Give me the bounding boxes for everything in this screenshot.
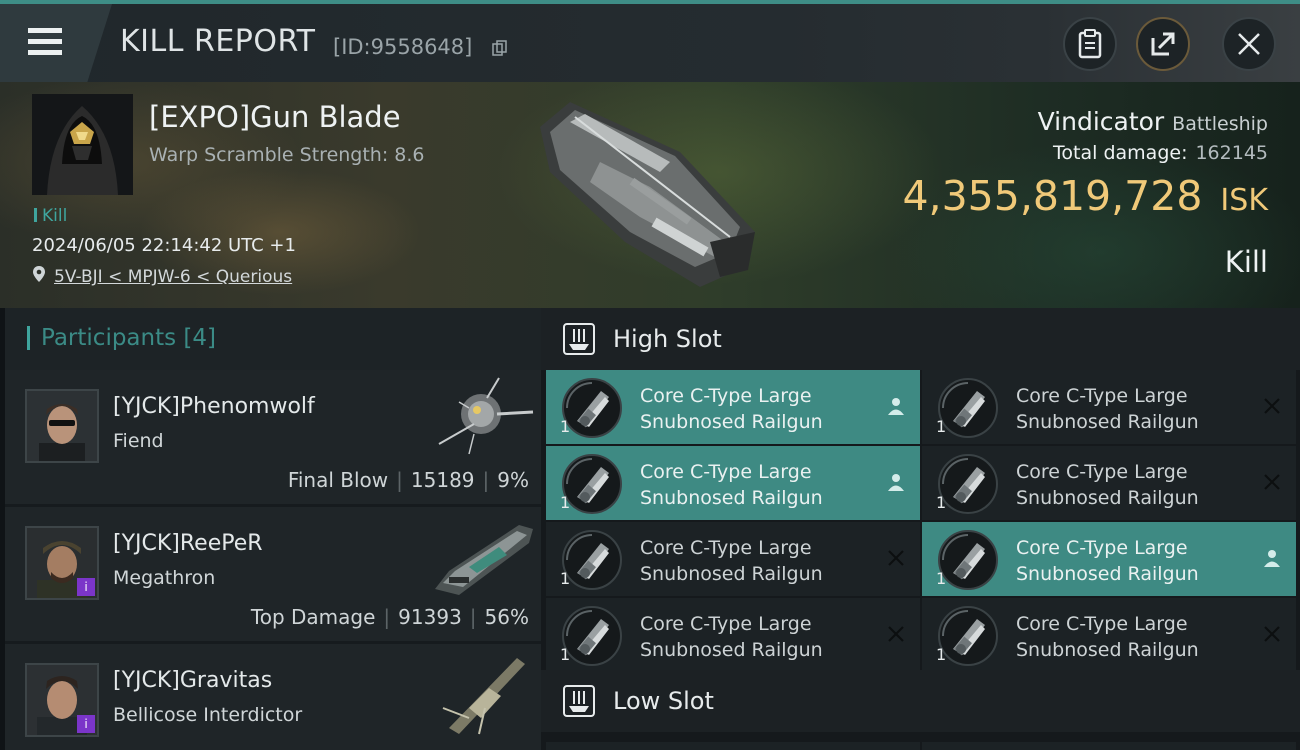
participant-ship: Fiend [113, 430, 164, 452]
participant-ship-render [442, 658, 525, 735]
module-quantity: 1 [936, 569, 947, 588]
module-name: Core C-Type Large Snubnosed Railgun [640, 613, 823, 661]
location-pin-icon [33, 266, 45, 282]
menu-button[interactable] [0, 4, 112, 82]
clipboard-button[interactable] [1063, 17, 1117, 71]
module-quantity: 1 [560, 569, 571, 588]
avatar[interactable] [25, 389, 99, 463]
participant-stats: Top Damage | 91393 | 56% [250, 605, 529, 629]
total-damage: Total damage: 162145 [1053, 142, 1268, 164]
module-slot[interactable]: 1 Core C-Type Large Snubnosed Railgun [546, 370, 920, 444]
share-button[interactable] [1136, 17, 1190, 71]
participant-ship-render [438, 377, 534, 455]
module-slot[interactable]: 1 Core C-Type Large Snubnosed Railgun [546, 446, 920, 520]
participant-ship-render [435, 525, 533, 595]
railgun-icon [561, 529, 623, 591]
destroyed-x-icon [886, 548, 906, 568]
railgun-icon [937, 529, 999, 591]
low-slot-label: Low Slot [613, 687, 714, 715]
module-slot[interactable]: 1 Core C-Type Large Snubnosed Railgun [922, 370, 1296, 444]
close-icon [1238, 33, 1260, 55]
share-icon [1151, 32, 1175, 56]
module-quantity: 1 [560, 493, 571, 512]
railgun-icon [561, 377, 623, 439]
destroyed-x-icon [1262, 472, 1282, 492]
low-slot-module-partial[interactable] [546, 742, 920, 750]
module-name: Core C-Type Large Snubnosed Railgun [1016, 613, 1199, 661]
module-name: Core C-Type Large Snubnosed Railgun [640, 537, 823, 585]
module-quantity: 1 [560, 417, 571, 436]
module-name: Core C-Type Large Snubnosed Railgun [640, 461, 823, 509]
module-slot[interactable]: 1 Core C-Type Large Snubnosed Railgun [546, 522, 920, 596]
destroyed-x-icon [1262, 396, 1282, 416]
railgun-icon [937, 377, 999, 439]
module-slot[interactable]: 1 Core C-Type Large Snubnosed Railgun [922, 522, 1296, 596]
pilot-icon [886, 472, 906, 492]
implant-badge: i [77, 715, 95, 733]
implant-badge: i [77, 578, 95, 596]
kill-result: Kill [1224, 245, 1268, 279]
railgun-icon [561, 453, 623, 515]
location-link[interactable]: 5V-BJI < MPJW-6 < Querious [54, 267, 292, 287]
high-slot-label: High Slot [613, 325, 722, 353]
slot-icon [563, 323, 595, 355]
high-slot-header: High Slot [541, 308, 1300, 370]
kill-tag: Kill [34, 206, 67, 226]
module-name: Core C-Type Large Snubnosed Railgun [640, 385, 823, 433]
module-slot[interactable]: 1 Core C-Type Large Snubnosed Railgun [546, 598, 920, 672]
low-slot-header: Low Slot [541, 670, 1300, 732]
participants-heading: Participants [4] [41, 325, 216, 351]
module-name: Core C-Type Large Snubnosed Railgun [1016, 385, 1199, 433]
railgun-icon [561, 605, 623, 667]
copy-icon[interactable] [492, 40, 507, 56]
participants-header: Participants [4] [5, 308, 541, 370]
module-slot[interactable]: 1 Core C-Type Large Snubnosed Railgun [922, 598, 1296, 672]
participant-row[interactable]: i [YJCK]Gravitas Bellicose Interdictor [5, 644, 541, 750]
module-quantity: 1 [936, 417, 947, 436]
low-slot-module-partial[interactable] [922, 742, 1296, 750]
module-quantity: 1 [936, 645, 947, 664]
module-name: Core C-Type Large Snubnosed Railgun [1016, 461, 1199, 509]
module-quantity: 1 [936, 493, 947, 512]
pilot-icon [1262, 548, 1282, 568]
victim-name: [EXPO]Gun Blade [149, 100, 401, 134]
module-name: Core C-Type Large Snubnosed Railgun [1016, 537, 1199, 585]
railgun-icon [937, 605, 999, 667]
victim-banner: [EXPO]Gun Blade Warp Scramble Strength: … [0, 82, 1300, 308]
avatar[interactable]: i [25, 663, 99, 737]
participant-stats: Final Blow | 15189 | 9% [287, 468, 529, 492]
participant-name: [YJCK]Phenomwolf [113, 394, 315, 419]
clipboard-icon [1078, 29, 1102, 59]
victim-ship-render [540, 102, 755, 287]
report-id: [ID:9558648] [333, 35, 473, 59]
destroyed-x-icon [886, 624, 906, 644]
participant-row[interactable]: [YJCK]Phenomwolf Fiend Final Blow | 15189 |… [5, 370, 541, 504]
isk-value: 4,355,819,728 ISK [902, 172, 1268, 220]
fitting-panel: High Slot 1 Core C-Type Large Snubnosed Ra… [541, 308, 1300, 750]
module-slot[interactable]: 1 Core C-Type Large Snubnosed Railgun [922, 446, 1296, 520]
victim-ship: Vindicator Battleship [1037, 107, 1268, 136]
participants-panel: Participants [4] [YJCK]Phenomwolf Fiend [5, 308, 541, 750]
page-title: KILL REPORT [120, 24, 316, 59]
close-button[interactable] [1222, 17, 1276, 71]
slot-icon [563, 685, 595, 717]
avatar[interactable]: i [25, 526, 99, 600]
header-bar: KILL REPORT [ID:9558648] [0, 4, 1300, 82]
participant-row[interactable]: i [YJCK]ReePeR Megathron Top Damage | 9139… [5, 507, 541, 641]
destroyed-x-icon [1262, 624, 1282, 644]
participant-name: [YJCK]Gravitas [113, 668, 273, 693]
participant-ship: Bellicose Interdictor [113, 704, 303, 726]
pilot-icon [886, 396, 906, 416]
module-quantity: 1 [560, 645, 571, 664]
railgun-icon [937, 453, 999, 515]
participant-ship: Megathron [113, 567, 216, 589]
victim-portrait[interactable] [32, 94, 133, 195]
kill-datetime: 2024/06/05 22:14:42 UTC +1 [32, 235, 296, 256]
participant-name: [YJCK]ReePeR [113, 531, 263, 556]
warp-scramble-strength: Warp Scramble Strength: 8.6 [149, 144, 425, 166]
